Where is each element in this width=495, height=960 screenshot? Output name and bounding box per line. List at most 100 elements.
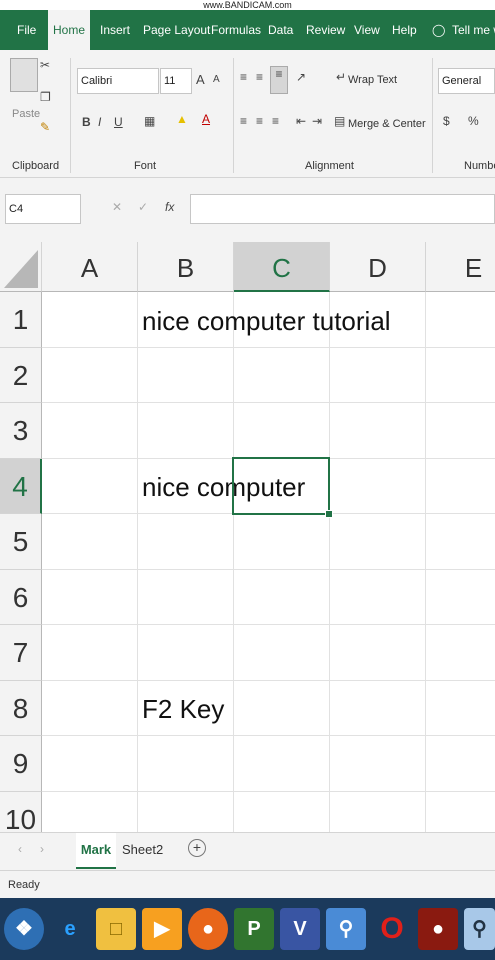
add-sheet-button[interactable]: + bbox=[188, 839, 206, 857]
align-top-icon[interactable]: ≡ bbox=[240, 70, 247, 84]
alignment-group-label: Alignment bbox=[305, 160, 354, 172]
merge-center-icon[interactable]: ▤ bbox=[334, 114, 345, 128]
spreadsheet-grid[interactable]: A B C D E 1 2 3 4 5 6 7 8 9 10 nice comp… bbox=[0, 242, 495, 832]
tab-review[interactable]: Review bbox=[306, 10, 345, 50]
percent-button[interactable]: % bbox=[468, 114, 479, 128]
active-cell-c4[interactable] bbox=[232, 457, 330, 515]
project-icon[interactable]: P bbox=[234, 908, 274, 950]
paste-button[interactable]: Paste bbox=[12, 108, 40, 120]
align-middle-icon[interactable]: ≡ bbox=[256, 70, 263, 84]
cut-icon[interactable]: ✂ bbox=[40, 58, 50, 72]
row-header-3[interactable]: 3 bbox=[0, 403, 42, 459]
column-header-e[interactable]: E bbox=[426, 242, 495, 292]
status-bar: Ready bbox=[0, 870, 495, 899]
tab-data[interactable]: Data bbox=[268, 10, 293, 50]
lightbulb-icon[interactable]: ◯ bbox=[432, 10, 445, 50]
gridline bbox=[42, 680, 495, 681]
row-header-7[interactable]: 7 bbox=[0, 625, 42, 681]
sheet-tab-sheet2[interactable]: Sheet2 bbox=[122, 833, 163, 867]
tab-page-layout[interactable]: Page Layout bbox=[143, 10, 210, 50]
borders-icon[interactable]: ▦ bbox=[144, 114, 155, 128]
gridline bbox=[42, 402, 495, 403]
sheet-tab-mark[interactable]: Mark bbox=[76, 833, 116, 869]
row-header-10[interactable]: 10 bbox=[0, 792, 42, 832]
copy-icon[interactable]: ❐ bbox=[40, 90, 51, 104]
currency-button[interactable]: $ bbox=[443, 114, 450, 128]
align-center-icon[interactable]: ≡ bbox=[256, 114, 263, 128]
format-painter-icon[interactable]: ✎ bbox=[40, 120, 50, 134]
merge-center-button[interactable]: Merge & Center bbox=[348, 118, 426, 130]
media-player-icon[interactable]: ▶ bbox=[142, 908, 182, 950]
column-header-b[interactable]: B bbox=[138, 242, 234, 292]
scroll-right-icon[interactable]: › bbox=[40, 842, 44, 856]
gridline bbox=[42, 347, 495, 348]
align-right-icon[interactable]: ≡ bbox=[272, 114, 279, 128]
firefox-icon[interactable]: ● bbox=[188, 908, 228, 950]
gridline bbox=[233, 292, 234, 832]
formula-bar: C4 ✕ ✓ fx bbox=[0, 178, 495, 242]
row-header-9[interactable]: 9 bbox=[0, 736, 42, 792]
fill-color-icon[interactable]: ▲ bbox=[176, 112, 188, 126]
increase-indent-icon[interactable]: ⇥ bbox=[312, 114, 322, 128]
clipboard-group-label: Clipboard bbox=[12, 160, 60, 172]
bold-button[interactable]: B bbox=[82, 115, 91, 129]
select-all-corner[interactable] bbox=[0, 242, 42, 292]
cell-b1[interactable]: nice computer tutorial bbox=[142, 306, 391, 337]
row-header-5[interactable]: 5 bbox=[0, 514, 42, 570]
taskbar: ❖ e □ ▶ ● P V ⚲ O ● ⚲ bbox=[0, 898, 495, 960]
gridline bbox=[42, 569, 495, 570]
name-box[interactable]: C4 bbox=[5, 194, 81, 224]
visio-icon[interactable]: V bbox=[280, 908, 320, 950]
windows-start-icon[interactable]: ❖ bbox=[4, 908, 44, 950]
paste-icon[interactable] bbox=[10, 58, 38, 92]
tab-formulas[interactable]: Formulas bbox=[211, 10, 261, 50]
select-all-icon bbox=[4, 250, 38, 288]
grow-font-icon[interactable]: A bbox=[196, 72, 205, 87]
tab-home[interactable]: Home bbox=[48, 10, 90, 50]
row-header-2[interactable]: 2 bbox=[0, 348, 42, 403]
fill-handle[interactable] bbox=[325, 510, 333, 518]
gridline bbox=[42, 624, 495, 625]
tab-help[interactable]: Help bbox=[392, 10, 417, 50]
tab-insert[interactable]: Insert bbox=[100, 10, 130, 50]
tab-view[interactable]: View bbox=[354, 10, 380, 50]
column-header-a[interactable]: A bbox=[42, 242, 138, 292]
column-header-d[interactable]: D bbox=[330, 242, 426, 292]
tab-file[interactable]: File bbox=[17, 10, 36, 50]
tab-tell-me[interactable]: Tell me wh bbox=[452, 10, 495, 50]
align-left-icon[interactable]: ≡ bbox=[240, 114, 247, 128]
row-header-8[interactable]: 8 bbox=[0, 681, 42, 736]
ribbon-tab-bar: File Home Insert Page Layout Formulas Da… bbox=[0, 10, 495, 50]
app-icon[interactable]: ● bbox=[418, 908, 458, 950]
underline-button[interactable]: U bbox=[114, 115, 123, 129]
file-explorer-icon[interactable]: □ bbox=[96, 908, 136, 950]
cell-b8[interactable]: F2 Key bbox=[142, 694, 224, 725]
search-magnifier-icon[interactable]: ⚲ bbox=[464, 908, 495, 950]
formula-input[interactable] bbox=[190, 194, 495, 224]
wrap-text-button[interactable]: Wrap Text bbox=[348, 74, 397, 86]
align-bottom-icon[interactable]: ≡ bbox=[270, 66, 288, 94]
cancel-icon[interactable]: ✕ bbox=[112, 200, 122, 214]
search-app-icon[interactable]: ⚲ bbox=[326, 908, 366, 950]
shrink-font-icon[interactable]: A bbox=[213, 74, 220, 85]
orientation-icon[interactable]: ↗ bbox=[296, 70, 306, 84]
column-header-c[interactable]: C bbox=[234, 242, 330, 292]
gridline bbox=[329, 292, 330, 832]
opera-icon[interactable]: O bbox=[372, 908, 412, 950]
enter-icon[interactable]: ✓ bbox=[138, 200, 148, 214]
decrease-indent-icon[interactable]: ⇤ bbox=[296, 114, 306, 128]
number-format-select[interactable]: General bbox=[438, 68, 495, 94]
row-header-6[interactable]: 6 bbox=[0, 570, 42, 625]
scroll-left-icon[interactable]: ‹ bbox=[18, 842, 22, 856]
font-size-select[interactable]: 11 bbox=[160, 68, 192, 94]
italic-button[interactable]: I bbox=[98, 115, 101, 129]
row-header-1[interactable]: 1 bbox=[0, 292, 42, 348]
row-header-4[interactable]: 4 bbox=[0, 459, 42, 514]
ribbon: Paste ✂ ❐ ✎ Clipboard Calibri 11 A A B I… bbox=[0, 50, 495, 178]
internet-explorer-icon[interactable]: e bbox=[50, 908, 90, 950]
divider bbox=[70, 58, 71, 173]
font-color-icon[interactable]: A bbox=[202, 112, 210, 126]
insert-function-icon[interactable]: fx bbox=[165, 200, 174, 214]
font-name-select[interactable]: Calibri bbox=[77, 68, 159, 94]
wrap-text-icon[interactable]: ↵ bbox=[336, 70, 346, 84]
